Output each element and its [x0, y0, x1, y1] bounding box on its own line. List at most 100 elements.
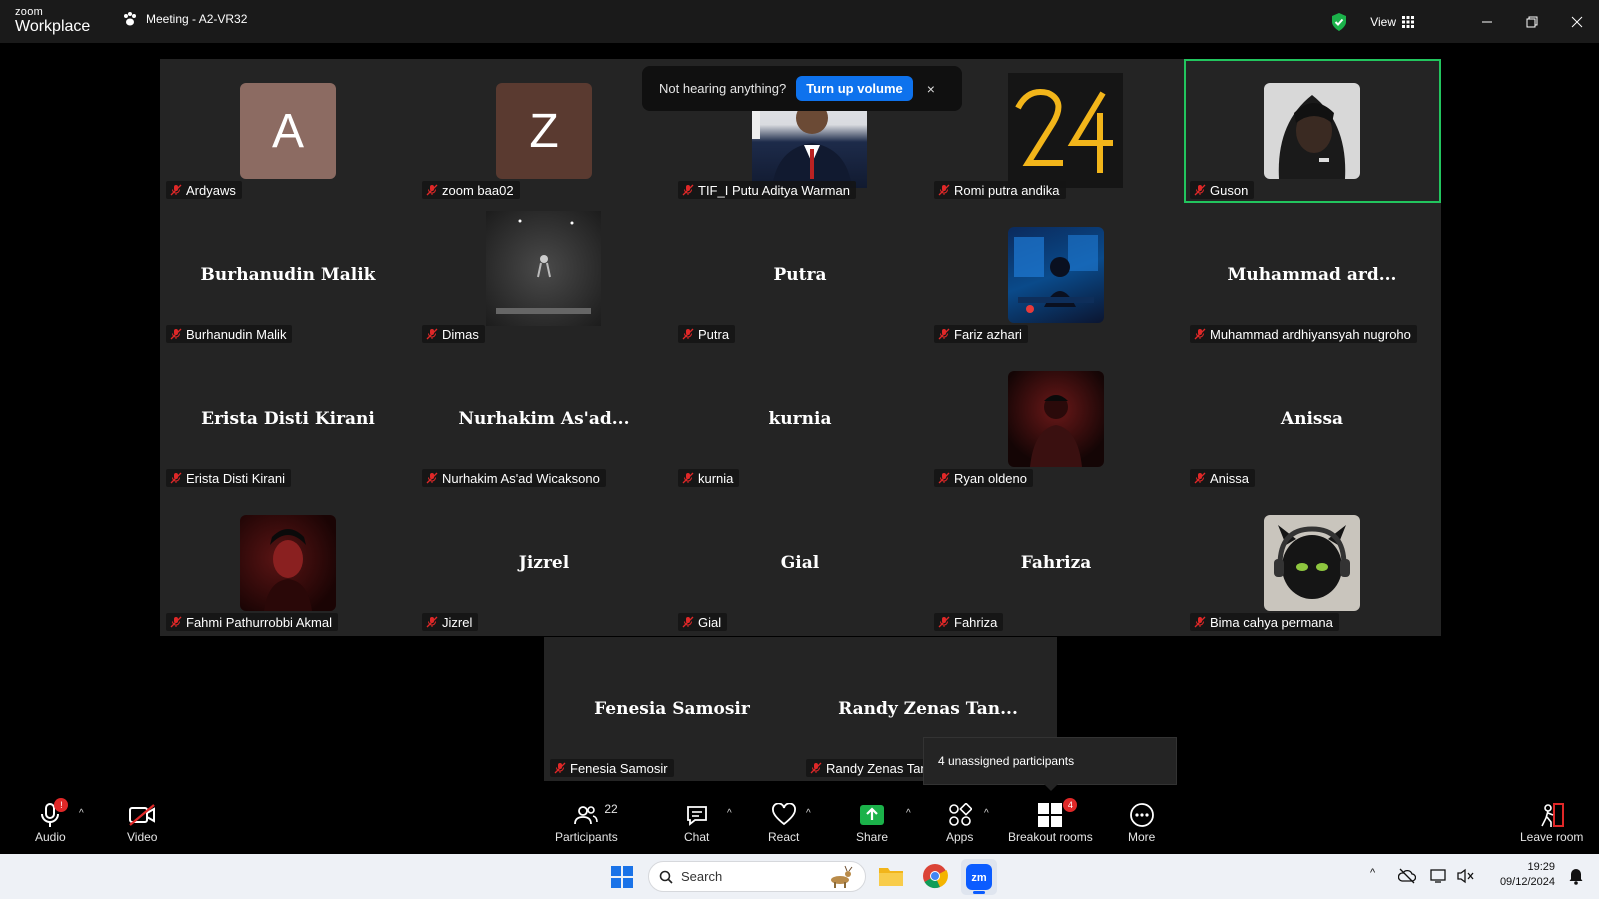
participant-tile[interactable]: Erista Disti Kirani Erista Disti Kirani: [160, 347, 416, 491]
jersey-24-icon: [1015, 89, 1113, 173]
participant-name: Ryan oldeno: [954, 470, 1027, 486]
audio-button[interactable]: ! Audio: [35, 798, 69, 844]
chrome-icon[interactable]: [922, 863, 948, 889]
name-tag: Putra: [678, 325, 736, 343]
participant-tile[interactable]: Romi putra andika: [928, 59, 1184, 203]
title-bar: zoom Workplace Meeting - A2-VR32 View: [0, 0, 1599, 43]
mic-muted-icon: [1194, 328, 1206, 340]
participant-tile[interactable]: kurnia kurnia: [672, 347, 928, 491]
mic-muted-icon: [426, 472, 438, 484]
participant-tile[interactable]: Fariz azhari: [928, 203, 1184, 347]
audio-alert-badge: !: [54, 798, 69, 812]
mic-muted-icon: [682, 472, 694, 484]
taskbar-search-box[interactable]: Search: [648, 861, 866, 892]
mic-muted-icon: [682, 328, 694, 340]
share-button[interactable]: Share: [856, 800, 888, 844]
more-label: More: [1128, 830, 1156, 844]
name-tag: Bima cahya permana: [1190, 613, 1339, 631]
participant-tile[interactable]: Burhanudin Malik Burhanudin Malik: [160, 203, 416, 347]
name-tag: Fariz azhari: [934, 325, 1028, 343]
network-icon[interactable]: [1430, 868, 1448, 884]
minimize-button[interactable]: [1464, 0, 1509, 43]
video-button[interactable]: Video: [127, 800, 157, 844]
windows-start-icon[interactable]: [611, 866, 633, 888]
participant-tile[interactable]: Anissa Anissa: [1184, 347, 1440, 491]
notification-bell-icon[interactable]: [1568, 867, 1584, 885]
participant-tile[interactable]: Z zoom baa02: [416, 59, 672, 203]
notification-close-button[interactable]: ×: [927, 81, 935, 97]
security-shield-icon[interactable]: [1330, 12, 1348, 32]
zoom-taskbar-button[interactable]: zm: [961, 859, 997, 895]
participant-tile-active-speaker[interactable]: Guson: [1184, 59, 1441, 203]
audio-options-caret[interactable]: ^: [79, 808, 84, 819]
participant-photo: [1264, 83, 1360, 179]
participant-name: Muhammad ardhiyansyah nugroho: [1210, 326, 1411, 342]
turn-up-volume-button[interactable]: Turn up volume: [796, 76, 913, 101]
avatar: A: [240, 83, 336, 179]
participant-tile[interactable]: Bima cahya permana: [1184, 491, 1440, 635]
more-button[interactable]: More: [1128, 800, 1155, 844]
react-label: React: [768, 830, 800, 844]
chat-button[interactable]: Chat: [684, 800, 709, 844]
mic-muted-icon: [938, 328, 950, 340]
meeting-title-group[interactable]: Meeting - A2-VR32: [122, 11, 247, 27]
restore-button[interactable]: [1509, 0, 1554, 43]
name-tag: kurnia: [678, 469, 740, 487]
participant-name: Anissa: [1210, 470, 1250, 486]
cloud-offline-icon[interactable]: [1398, 868, 1416, 884]
name-tag: zoom baa02: [422, 181, 520, 199]
mic-muted-icon: [938, 472, 950, 484]
apps-button[interactable]: Apps: [946, 800, 973, 844]
clock[interactable]: 19:29 09/12/2024: [1495, 860, 1555, 890]
participant-name: Erista Disti Kirani: [186, 470, 285, 486]
avatar-letter: A: [271, 104, 304, 158]
participant-tile[interactable]: Fahriza Fahriza: [928, 491, 1184, 635]
name-tag: Romi putra andika: [934, 181, 1066, 199]
participant-tile[interactable]: Gial Gial: [672, 491, 928, 635]
portrait-red-icon: [264, 529, 312, 611]
mic-muted-icon: [938, 616, 950, 628]
audio-label: Audio: [35, 830, 66, 844]
apps-options-caret[interactable]: ^: [984, 808, 989, 819]
view-button[interactable]: View: [1370, 15, 1414, 29]
brand-zoom: zoom: [15, 6, 44, 18]
participant-tile[interactable]: A Ardyaws: [160, 59, 416, 203]
participant-name: Fenesia Samosir: [570, 760, 668, 776]
react-button[interactable]: React: [768, 800, 799, 844]
breakout-rooms-button[interactable]: 4 Breakout rooms: [1008, 798, 1093, 844]
participant-tile[interactable]: Dimas: [416, 203, 672, 347]
share-options-caret[interactable]: ^: [906, 808, 911, 819]
react-options-caret[interactable]: ^: [806, 808, 811, 819]
leave-room-button[interactable]: Leave room: [1520, 800, 1583, 844]
name-tag: Erista Disti Kirani: [166, 469, 291, 487]
participant-name: Ardyaws: [186, 182, 236, 198]
participant-tile[interactable]: Ryan oldeno: [928, 347, 1184, 491]
mic-muted-icon: [1194, 616, 1206, 628]
participant-tile[interactable]: Jizrel Jizrel: [416, 491, 672, 635]
mic-muted-icon: [554, 762, 566, 774]
participant-photo: [240, 515, 336, 611]
avatar-letter: Z: [529, 104, 559, 158]
mic-muted-icon: [170, 184, 182, 196]
apps-icon: [948, 803, 972, 826]
file-explorer-icon[interactable]: [878, 864, 904, 888]
participant-tile[interactable]: Putra Putra: [672, 203, 928, 347]
participant-tile[interactable]: Fahmi Pathurrobbi Akmal: [160, 491, 416, 635]
tray-overflow-caret[interactable]: ^: [1370, 867, 1375, 879]
toothless-headphones-icon: [1274, 525, 1350, 599]
breakout-label: Breakout rooms: [1008, 830, 1093, 844]
participants-button[interactable]: 22 Participants: [555, 800, 618, 844]
chat-options-caret[interactable]: ^: [727, 808, 732, 819]
restore-icon: [1526, 16, 1537, 27]
speaker-muted-icon[interactable]: [1456, 868, 1474, 884]
participant-tile[interactable]: Fenesia Samosir Fenesia Samosir: [544, 637, 800, 781]
close-window-button[interactable]: [1554, 0, 1599, 43]
video-label: Video: [127, 830, 158, 844]
windows-taskbar: Search zm ^ 19:29 09/12/2024: [0, 854, 1599, 899]
search-placeholder: Search: [681, 869, 723, 884]
participant-name: Fahriza: [954, 614, 998, 630]
person-red-light-icon: [1030, 395, 1082, 467]
video-off-icon: [129, 804, 156, 826]
participant-tile[interactable]: Muhammad ard... Muhammad ardhiyansyah nu…: [1184, 203, 1440, 347]
participant-tile[interactable]: Nurhakim As'ad... Nurhakim As'ad Wicakso…: [416, 347, 672, 491]
